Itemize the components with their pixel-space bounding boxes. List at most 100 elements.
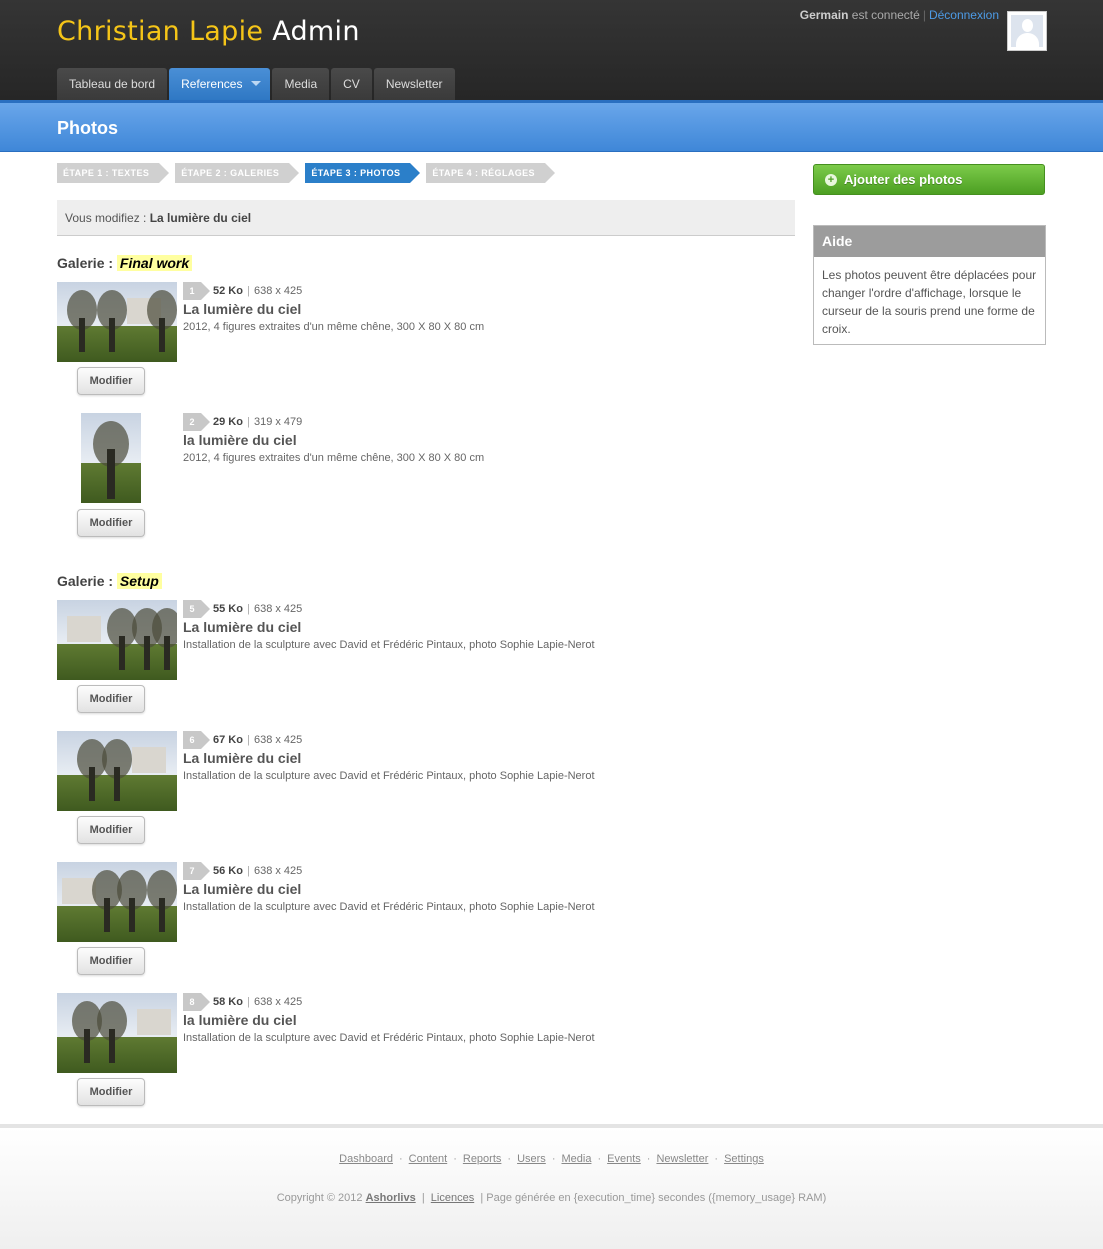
nav-tab-label: Tableau de bord bbox=[69, 77, 156, 91]
nav-tab-media[interactable]: Media bbox=[272, 68, 330, 100]
photo-description: Installation de la sculpture avec David … bbox=[183, 639, 595, 651]
photo-description: 2012, 4 figures extraites d'un même chên… bbox=[183, 321, 485, 333]
nav-tab-newsletter[interactable]: Newsletter bbox=[373, 68, 455, 100]
footer-links: Dashboard · Content · Reports · Users · Media · Ev… bbox=[0, 1153, 1103, 1165]
photo-meta: 67 Ko | 638 x 425 bbox=[213, 734, 302, 746]
nav-tab-tableau-de-bord[interactable]: Tableau de bord bbox=[57, 68, 168, 100]
footer-separator: · bbox=[714, 1153, 719, 1165]
photo-item[interactable]: Modifier 7 56 Ko | 638 x 425 La lumière du … bbox=[57, 862, 797, 992]
footer-link-reports[interactable]: Reports bbox=[463, 1153, 502, 1165]
photo-thumbnail[interactable] bbox=[57, 731, 177, 811]
modify-button[interactable]: Modifier bbox=[77, 509, 145, 537]
footer-link-content[interactable]: Content bbox=[409, 1153, 448, 1165]
main-nav: Tableau de bord References Media CV Newslett… bbox=[57, 68, 455, 100]
photo-dimensions: 638 x 425 bbox=[253, 996, 303, 1008]
site-brand[interactable]: Christian Lapie Admin bbox=[57, 16, 360, 47]
help-title: Aide bbox=[814, 226, 1045, 257]
copyright-text: Copyright © 2012 bbox=[276, 1192, 363, 1204]
thumb-sculpture bbox=[107, 449, 115, 499]
modify-button[interactable]: Modifier bbox=[77, 367, 145, 395]
photo-thumbnail[interactable] bbox=[57, 282, 177, 362]
footer-separator: · bbox=[551, 1153, 556, 1165]
wizard-step-2[interactable]: ÉTAPE 2 : GALERIES bbox=[175, 163, 300, 183]
meta-divider: | bbox=[247, 285, 250, 297]
meta-divider: | bbox=[247, 734, 250, 746]
footer-link-users[interactable]: Users bbox=[517, 1153, 546, 1165]
thumb-sculpture bbox=[114, 767, 120, 801]
gallery-title: Galerie : Setup bbox=[57, 573, 162, 589]
nav-tab-label: Media bbox=[284, 77, 318, 91]
footer-link-settings[interactable]: Settings bbox=[724, 1153, 764, 1165]
photo-description: Installation de la sculpture avec David … bbox=[183, 1032, 595, 1044]
plus-icon: + bbox=[825, 174, 837, 186]
add-photos-label: Ajouter des photos bbox=[844, 172, 963, 187]
photo-thumbnail[interactable] bbox=[57, 993, 177, 1073]
user-status-text: est connecté bbox=[851, 8, 920, 22]
user-name: Germain bbox=[799, 8, 849, 22]
thumb-sculpture bbox=[84, 1029, 90, 1063]
thumb-building bbox=[132, 747, 166, 773]
photo-thumbnail[interactable] bbox=[57, 600, 177, 680]
meta-divider: | bbox=[247, 416, 250, 428]
footer-link-media[interactable]: Media bbox=[561, 1153, 591, 1165]
photo-title: la lumière du ciel bbox=[183, 432, 297, 448]
photo-item[interactable]: Modifier 2 29 Ko | 319 x 479 la lumière du … bbox=[57, 413, 797, 543]
logout-link[interactable]: Déconnexion bbox=[929, 8, 999, 22]
footer-separator: · bbox=[399, 1153, 403, 1165]
thumb-building bbox=[62, 878, 96, 904]
nav-tab-cv[interactable]: CV bbox=[331, 68, 372, 100]
footer-link-events[interactable]: Events bbox=[607, 1153, 641, 1165]
gallery-label: Galerie : bbox=[57, 573, 114, 589]
nav-tab-label: References bbox=[181, 77, 243, 91]
gallery-name: Final work bbox=[116, 255, 193, 271]
photo-dimensions: 319 x 479 bbox=[253, 416, 303, 428]
photo-thumbnail[interactable] bbox=[81, 413, 141, 503]
photo-item[interactable]: Modifier 5 55 Ko | 638 x 425 La lumière du … bbox=[57, 600, 797, 730]
photo-meta: 56 Ko | 638 x 425 bbox=[213, 865, 302, 877]
photo-dimensions: 638 x 425 bbox=[253, 734, 303, 746]
photo-description: Installation de la sculpture avec David … bbox=[183, 901, 595, 913]
page-title: Photos bbox=[57, 118, 118, 138]
photo-description: Installation de la sculpture avec David … bbox=[183, 770, 595, 782]
help-panel: Aide Les photos peuvent être déplacées p… bbox=[813, 225, 1046, 345]
photo-item[interactable]: Modifier 6 67 Ko | 638 x 425 La lumière du … bbox=[57, 731, 797, 861]
photo-meta: 29 Ko | 319 x 479 bbox=[213, 416, 302, 428]
photo-meta: 58 Ko | 638 x 425 bbox=[213, 996, 302, 1008]
thumb-sculpture bbox=[109, 318, 115, 352]
photo-item[interactable]: Modifier 1 52 Ko | 638 x 425 La lumière du … bbox=[57, 282, 797, 412]
photo-order-badge: 7 bbox=[183, 862, 210, 880]
photo-order-badge: 8 bbox=[183, 993, 210, 1011]
modify-button[interactable]: Modifier bbox=[77, 947, 145, 975]
licences-link[interactable]: Licences bbox=[431, 1192, 474, 1204]
photo-meta: 55 Ko | 638 x 425 bbox=[213, 603, 302, 615]
avatar[interactable] bbox=[1007, 11, 1047, 51]
photo-order-badge: 6 bbox=[183, 731, 210, 749]
photo-thumbnail[interactable] bbox=[57, 862, 177, 942]
wizard-step-4[interactable]: ÉTAPE 4 : RÉGLAGES bbox=[426, 163, 555, 183]
generated-text: Page générée en {execution_time} seconde… bbox=[486, 1192, 827, 1204]
photo-file-size: 58 Ko bbox=[213, 996, 243, 1008]
photo-title: la lumière du ciel bbox=[183, 1012, 297, 1028]
thumb-sculpture bbox=[129, 898, 135, 932]
editing-prefix: Vous modifiez : bbox=[65, 211, 147, 225]
thumb-building bbox=[67, 616, 101, 642]
add-photos-button[interactable]: + Ajouter des photos bbox=[813, 164, 1045, 195]
chevron-down-icon bbox=[251, 81, 262, 86]
modify-button[interactable]: Modifier bbox=[77, 1078, 145, 1106]
meta-divider: | bbox=[247, 865, 250, 877]
wizard-step-1[interactable]: ÉTAPE 1 : TEXTES bbox=[57, 163, 170, 183]
footer-brand-link[interactable]: Ashorlivs bbox=[366, 1192, 416, 1204]
nav-tab-references[interactable]: References bbox=[169, 68, 271, 100]
photo-file-size: 29 Ko bbox=[213, 416, 243, 428]
modify-button[interactable]: Modifier bbox=[77, 816, 145, 844]
photo-item[interactable]: Modifier 8 58 Ko | 638 x 425 la lumière du … bbox=[57, 993, 797, 1123]
wizard-step-3[interactable]: ÉTAPE 3 : PHOTOS bbox=[305, 163, 421, 183]
meta-divider: | bbox=[247, 996, 250, 1008]
brand-suffix: Admin bbox=[272, 16, 360, 47]
footer-link-dashboard[interactable]: Dashboard bbox=[339, 1153, 393, 1165]
modify-button[interactable]: Modifier bbox=[77, 685, 145, 713]
thumb-sculpture bbox=[159, 318, 165, 352]
gallery-label: Galerie : bbox=[57, 255, 114, 271]
header: Christian Lapie Admin Germain est connec… bbox=[0, 0, 1103, 100]
footer-link-newsletter[interactable]: Newsletter bbox=[656, 1153, 708, 1165]
